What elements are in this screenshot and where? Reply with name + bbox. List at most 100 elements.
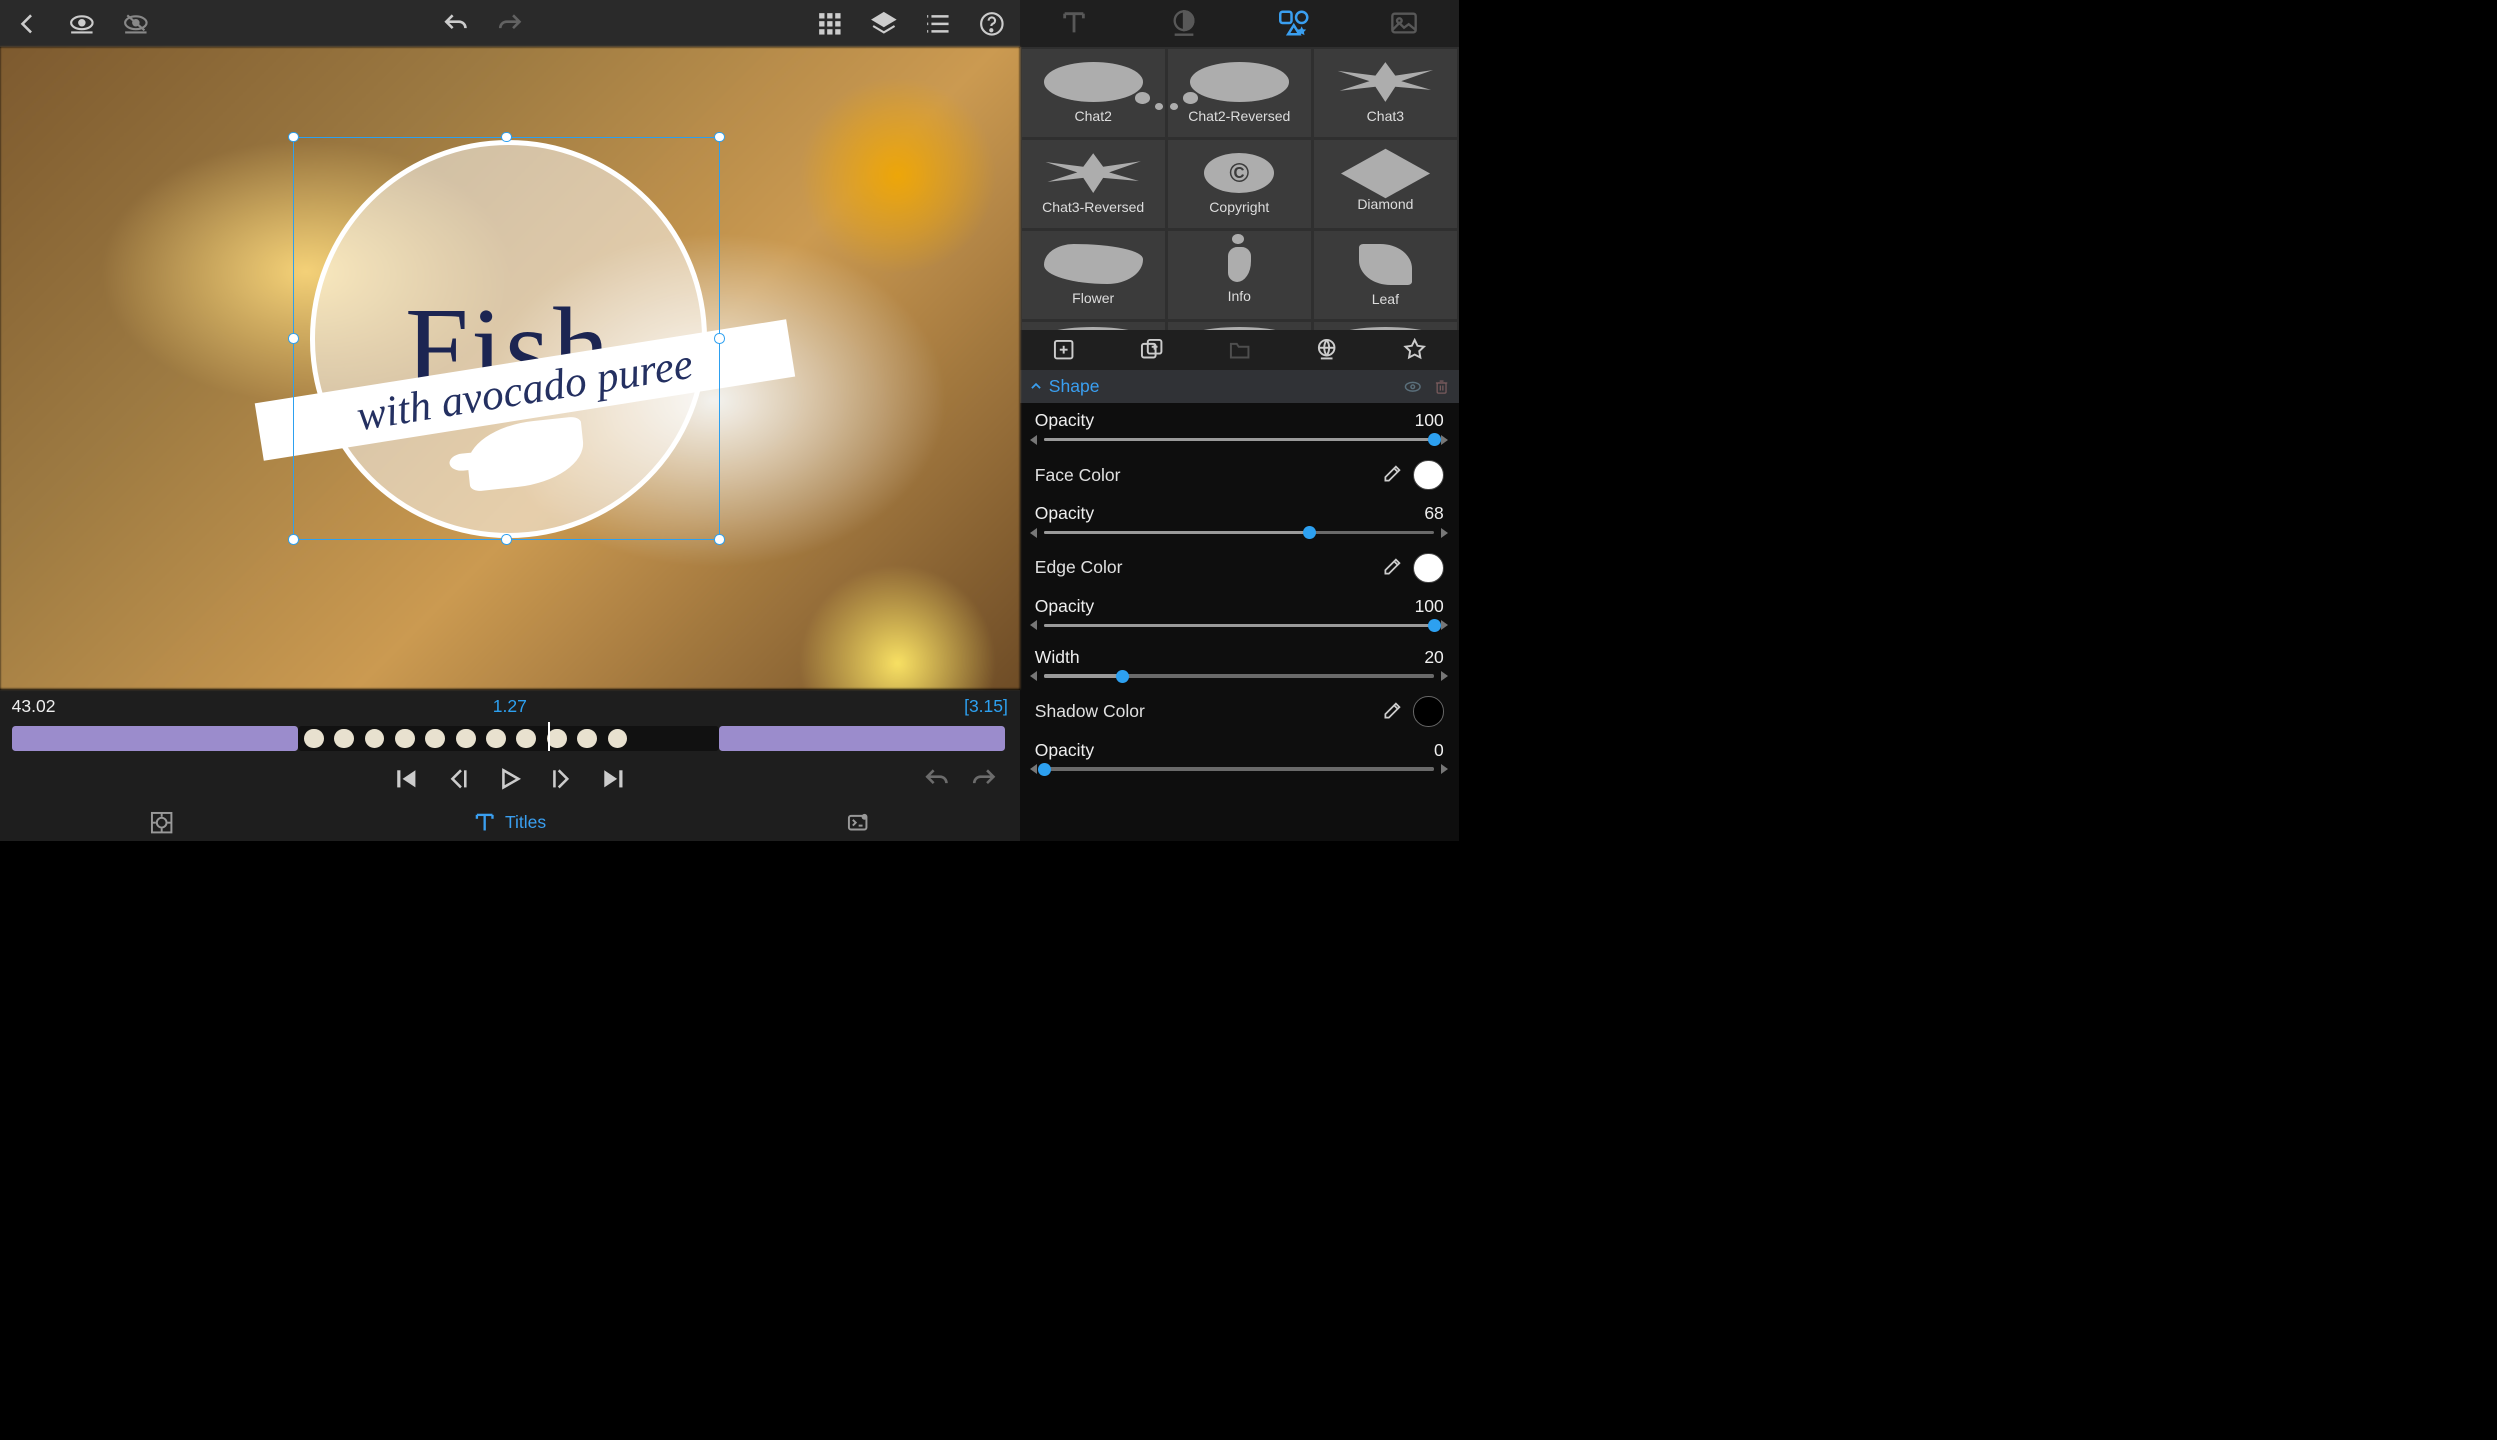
opacity-label: Opacity bbox=[1035, 503, 1094, 524]
face-opacity-slider[interactable] bbox=[1020, 528, 1459, 547]
nudge-left-icon[interactable] bbox=[1030, 620, 1037, 630]
mode-contrast-icon[interactable] bbox=[1169, 9, 1201, 37]
section-shape-header[interactable]: Shape bbox=[1020, 370, 1459, 403]
shape-flower[interactable]: Flower bbox=[1022, 231, 1165, 319]
nudge-right-icon[interactable] bbox=[1441, 435, 1448, 445]
tab-effects[interactable] bbox=[846, 811, 869, 834]
playhead-time: 1.27 bbox=[493, 696, 527, 717]
properties-panel: Shape Opacity100 Face Color Opacity68 Ed… bbox=[1020, 370, 1459, 841]
nudge-right-icon[interactable] bbox=[1441, 620, 1448, 630]
toolbar-center-group bbox=[443, 11, 522, 37]
clip-thumb bbox=[425, 729, 445, 749]
shadow-opacity-slider[interactable] bbox=[1020, 764, 1459, 783]
undo-icon[interactable] bbox=[443, 11, 469, 37]
favorite-icon[interactable] bbox=[1401, 336, 1429, 364]
shape-info[interactable]: Info bbox=[1168, 231, 1311, 319]
nudge-left-icon[interactable] bbox=[1030, 528, 1037, 538]
playhead[interactable] bbox=[548, 722, 550, 751]
goto-start-icon[interactable] bbox=[394, 766, 420, 792]
shape-preview bbox=[1044, 62, 1143, 102]
selection-handle[interactable] bbox=[288, 132, 299, 143]
visibility-icon[interactable] bbox=[1404, 378, 1422, 396]
track-clip[interactable] bbox=[719, 726, 1005, 751]
folder-icon[interactable] bbox=[1225, 336, 1253, 364]
width-value: 20 bbox=[1424, 647, 1443, 668]
back-icon[interactable] bbox=[15, 11, 41, 37]
shape-preview bbox=[1359, 244, 1412, 285]
mode-shapes-icon[interactable] bbox=[1278, 9, 1310, 37]
selection-handle[interactable] bbox=[501, 132, 512, 143]
globe-icon[interactable] bbox=[1313, 336, 1341, 364]
preview-viewport[interactable]: Fish with avocado puree bbox=[0, 47, 1020, 690]
goto-end-icon[interactable] bbox=[600, 766, 626, 792]
grid-icon[interactable] bbox=[817, 11, 843, 37]
shape-leaf[interactable]: Leaf bbox=[1314, 231, 1457, 319]
add-layer-icon[interactable] bbox=[1050, 336, 1078, 364]
shape-chat3[interactable]: Chat3 bbox=[1314, 49, 1457, 137]
shape-preview bbox=[1341, 148, 1430, 198]
selection-handle[interactable] bbox=[501, 534, 512, 545]
nudge-right-icon[interactable] bbox=[1441, 528, 1448, 538]
clip-thumb bbox=[395, 729, 415, 749]
timeline-undo-icon[interactable] bbox=[924, 766, 950, 792]
shape-chat2-reversed[interactable]: Chat2-Reversed bbox=[1168, 49, 1311, 137]
nudge-right-icon[interactable] bbox=[1441, 764, 1448, 774]
edge-color-swatch[interactable] bbox=[1413, 553, 1443, 583]
top-toolbar bbox=[0, 0, 1020, 47]
selection-handle[interactable] bbox=[714, 132, 725, 143]
mode-text-icon[interactable] bbox=[1059, 9, 1091, 37]
play-icon[interactable] bbox=[497, 766, 523, 792]
redo-icon[interactable] bbox=[497, 11, 523, 37]
selection-handle[interactable] bbox=[714, 333, 725, 344]
step-forward-icon[interactable] bbox=[548, 766, 574, 792]
opacity-value: 100 bbox=[1415, 410, 1444, 431]
nudge-left-icon[interactable] bbox=[1030, 435, 1037, 445]
eyedropper-icon[interactable] bbox=[1381, 557, 1402, 578]
shape-chat2[interactable]: Chat2 bbox=[1022, 49, 1165, 137]
total-duration: 43.02 bbox=[12, 696, 56, 717]
shape-preview bbox=[1190, 62, 1289, 102]
selection-handle[interactable] bbox=[714, 534, 725, 545]
width-slider[interactable] bbox=[1020, 671, 1459, 690]
duplicate-layer-icon[interactable] bbox=[1137, 336, 1165, 364]
layers-icon[interactable] bbox=[871, 11, 897, 37]
opacity-value: 100 bbox=[1415, 596, 1444, 617]
eyedropper-icon[interactable] bbox=[1381, 701, 1402, 722]
selection-handle[interactable] bbox=[288, 534, 299, 545]
track-row[interactable] bbox=[0, 723, 1020, 755]
help-icon[interactable] bbox=[979, 11, 1005, 37]
opacity-label: Opacity bbox=[1035, 410, 1094, 431]
toolbar-right-group bbox=[817, 11, 1004, 37]
nudge-left-icon[interactable] bbox=[1030, 764, 1037, 774]
shadow-color-swatch[interactable] bbox=[1413, 696, 1443, 726]
mode-image-icon[interactable] bbox=[1388, 9, 1420, 37]
shape-copyright[interactable]: ©Copyright bbox=[1168, 140, 1311, 228]
shape-diamond[interactable]: Diamond bbox=[1314, 140, 1457, 228]
track-clip[interactable] bbox=[12, 726, 298, 751]
preview-hidden-icon[interactable] bbox=[123, 11, 149, 37]
shapes-grid[interactable]: Chat2 Chat2-Reversed Chat3 Chat3-Reverse… bbox=[1020, 47, 1459, 330]
selection-box[interactable] bbox=[293, 137, 720, 540]
tab-titles[interactable]: Titles bbox=[473, 811, 546, 834]
track-title-clip[interactable] bbox=[298, 726, 719, 751]
delete-icon[interactable] bbox=[1434, 378, 1449, 396]
clip-thumb bbox=[577, 729, 597, 749]
list-icon[interactable] bbox=[925, 11, 951, 37]
tab-focus[interactable] bbox=[150, 811, 173, 834]
shape-more[interactable] bbox=[1314, 322, 1457, 329]
edge-opacity-slider[interactable] bbox=[1020, 620, 1459, 639]
timeline-redo-icon[interactable] bbox=[971, 766, 997, 792]
shape-more[interactable] bbox=[1168, 322, 1311, 329]
face-color-swatch[interactable] bbox=[1413, 460, 1443, 490]
shape-more[interactable] bbox=[1022, 322, 1165, 329]
bottom-tabs: Titles bbox=[0, 803, 1020, 841]
nudge-left-icon[interactable] bbox=[1030, 671, 1037, 681]
step-back-icon[interactable] bbox=[446, 766, 472, 792]
shape-chat3-reversed[interactable]: Chat3-Reversed bbox=[1022, 140, 1165, 228]
eyedropper-icon[interactable] bbox=[1381, 464, 1402, 485]
preview-visible-icon[interactable] bbox=[69, 11, 95, 37]
left-pane: Fish with avocado puree 43.02 1.27 [3.15… bbox=[0, 0, 1020, 841]
opacity-slider[interactable] bbox=[1020, 435, 1459, 454]
nudge-right-icon[interactable] bbox=[1441, 671, 1448, 681]
selection-handle[interactable] bbox=[288, 333, 299, 344]
